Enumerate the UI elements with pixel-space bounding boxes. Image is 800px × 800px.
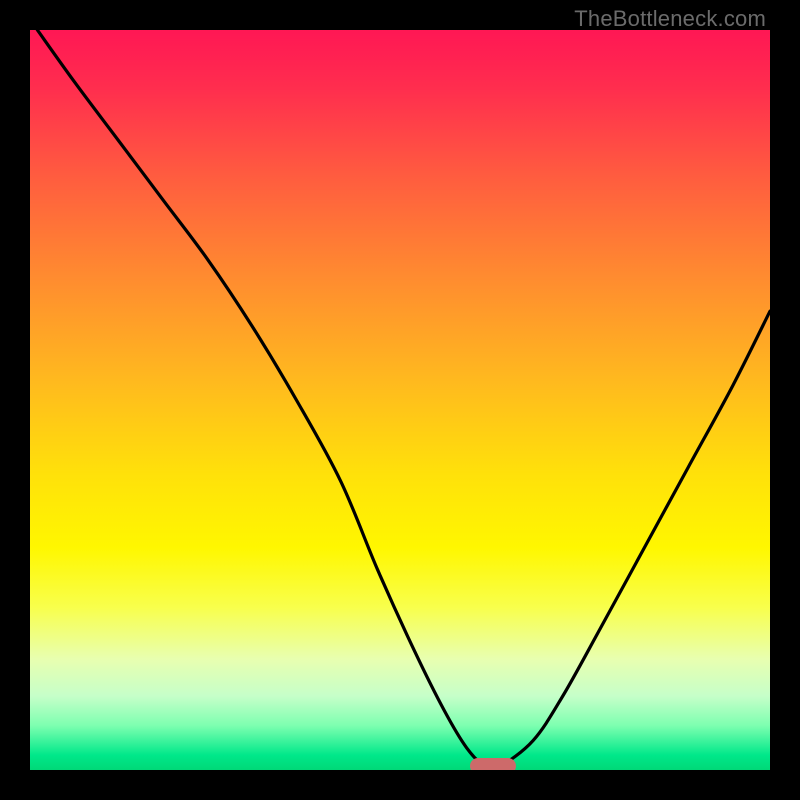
chart-wrapper: TheBottleneck.com — [0, 0, 800, 800]
bottleneck-curve — [30, 30, 770, 770]
optimal-marker — [470, 758, 516, 770]
watermark-text: TheBottleneck.com — [574, 6, 766, 32]
plot-area — [30, 30, 770, 770]
